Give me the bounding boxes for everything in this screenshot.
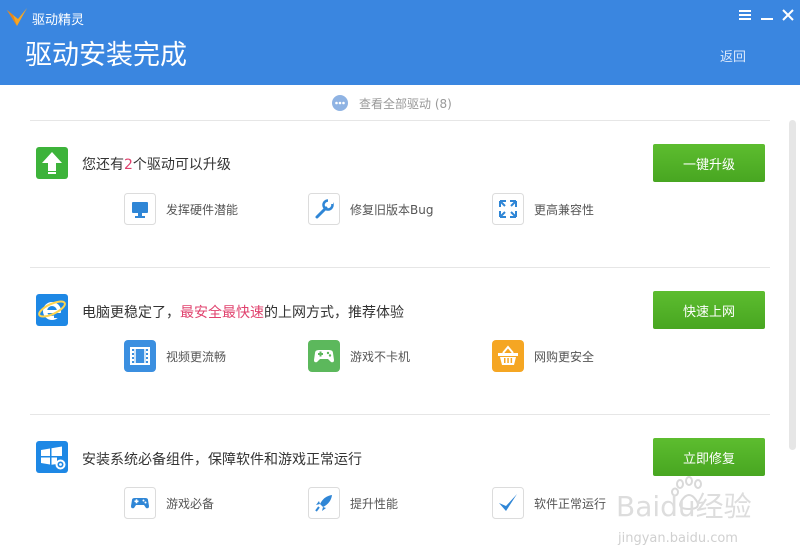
expand-arrows-icon	[492, 193, 524, 225]
feature-label: 发挥硬件潜能	[166, 203, 239, 217]
gamepad-icon	[124, 487, 156, 519]
scrollbar[interactable]	[789, 120, 796, 450]
more-dots-icon	[332, 95, 348, 111]
rocket-icon	[308, 487, 340, 519]
checkmark-icon	[492, 487, 524, 519]
browser-message: 电脑更稳定了，最安全最快速的上网方式，推荐体验	[82, 305, 404, 321]
monitor-icon	[124, 193, 156, 225]
feature-label: 软件正常运行	[534, 497, 607, 511]
components-message: 安装系统必备组件，保障软件和游戏正常运行	[82, 452, 362, 468]
divider	[30, 267, 770, 268]
title-bar: 驱动精灵 驱动安装完成 返回	[0, 0, 800, 85]
view-all-drivers-label: 查看全部驱动 (8)	[359, 97, 452, 111]
ie-browser-icon	[36, 294, 68, 326]
wrench-icon	[308, 193, 340, 225]
feature-label: 游戏不卡机	[350, 350, 411, 364]
feature-label: 网购更安全	[534, 350, 595, 364]
feature-label: 修复旧版本Bug	[350, 203, 434, 217]
minimize-icon[interactable]	[760, 8, 774, 22]
divider	[30, 120, 770, 121]
watermark-url: jingyan.baidu.com	[617, 531, 738, 546]
page-title: 驱动安装完成	[25, 40, 187, 71]
feature-label: 更高兼容性	[534, 203, 595, 217]
close-icon[interactable]	[781, 8, 795, 22]
back-link[interactable]: 返回	[720, 46, 746, 65]
upgrade-count: 2	[124, 157, 133, 173]
app-name: 驱动精灵	[32, 13, 85, 28]
gamepad-icon	[308, 340, 340, 372]
one-click-upgrade-button[interactable]: 一键升级	[653, 144, 765, 182]
fix-now-button[interactable]: 立即修复	[653, 438, 765, 476]
upgrade-arrow-icon	[36, 147, 68, 179]
feature-label: 提升性能	[350, 497, 399, 511]
shopping-basket-icon	[492, 340, 524, 372]
upgrade-message: 您还有2个驱动可以升级	[82, 157, 231, 173]
menu-icon[interactable]	[738, 8, 752, 22]
windows-components-icon	[36, 441, 68, 473]
divider	[30, 414, 770, 415]
app-logo-icon	[7, 8, 27, 26]
baidu-watermark: Baidu经验 jingyan.baidu.com	[616, 476, 752, 546]
watermark-brand: Baidu经验	[616, 490, 752, 523]
feature-label: 视频更流畅	[166, 350, 227, 364]
video-film-icon	[124, 340, 156, 372]
feature-label: 游戏必备	[166, 497, 215, 511]
fast-browse-button[interactable]: 快速上网	[653, 291, 765, 329]
